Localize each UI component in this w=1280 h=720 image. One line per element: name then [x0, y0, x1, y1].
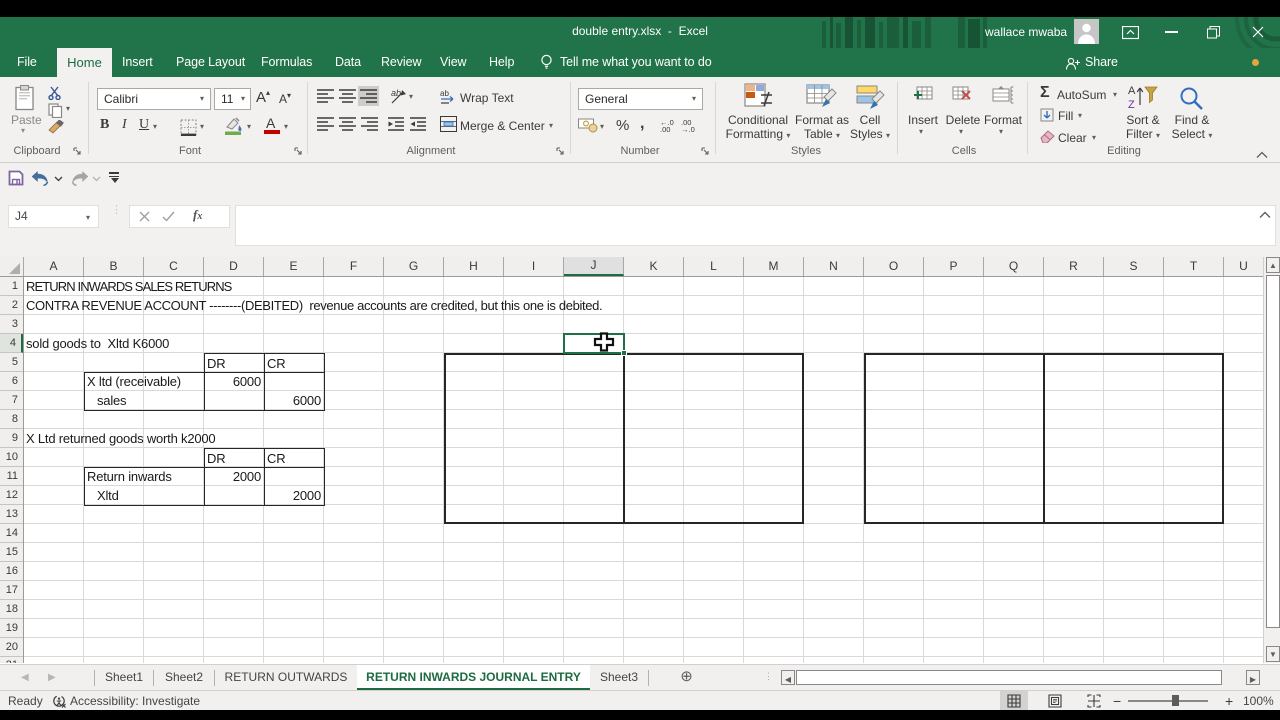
- svg-text:→.0: →.0: [681, 125, 695, 132]
- svg-text:.00: .00: [660, 125, 670, 132]
- svg-text:A: A: [1128, 85, 1136, 97]
- svg-text:ab: ab: [391, 88, 401, 98]
- svg-text:Z: Z: [1128, 99, 1135, 111]
- svg-text:ab: ab: [440, 89, 449, 98]
